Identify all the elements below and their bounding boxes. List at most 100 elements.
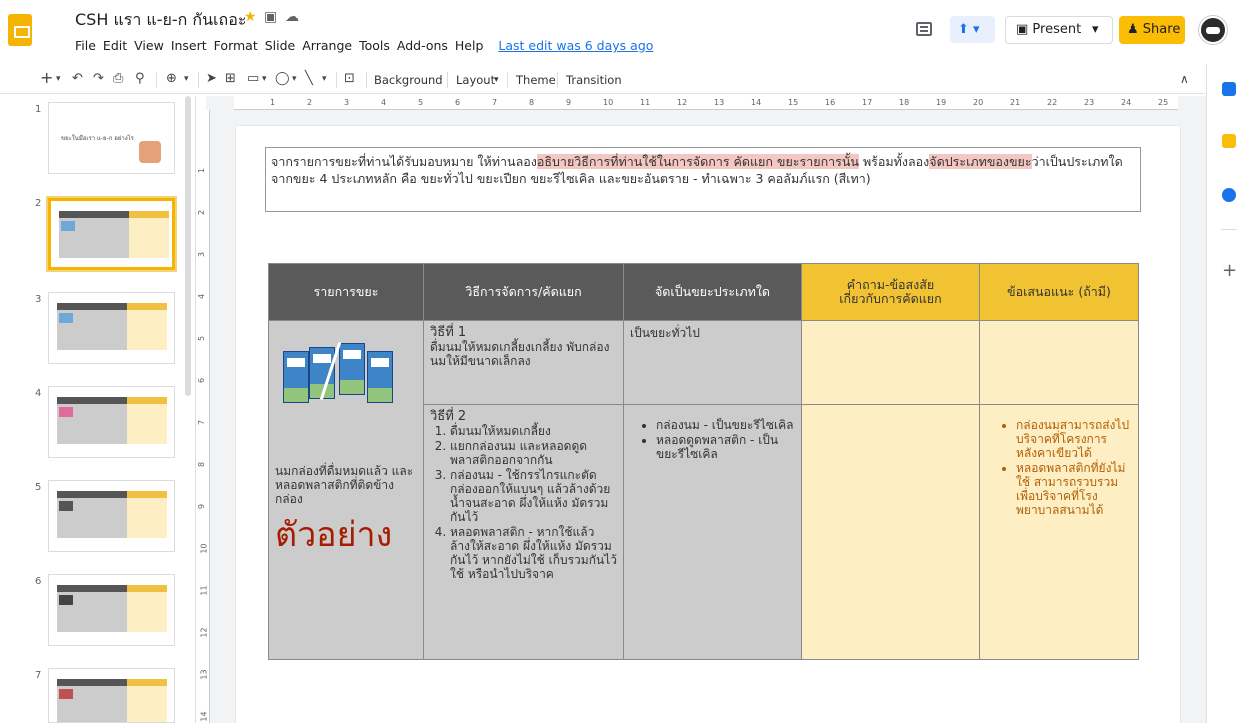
shape-dropdown-icon[interactable]: ▾ <box>292 74 297 84</box>
menu-slide[interactable]: Slide <box>265 38 296 53</box>
slide-thumbnail-3[interactable] <box>48 292 175 364</box>
new-slide-dropdown-icon[interactable]: ▾ <box>56 74 61 84</box>
thumbnail-table <box>57 397 167 404</box>
carton-shape <box>367 351 393 403</box>
keep-icon[interactable] <box>1222 134 1236 148</box>
table-cell[interactable] <box>801 320 980 405</box>
text-box-icon[interactable]: ⊞ <box>225 71 236 86</box>
theme-button[interactable]: Theme <box>516 73 556 87</box>
column-header: คำถาม-ข้อสงสัย เกี่ยวกับการคัดแยก <box>801 263 980 321</box>
layout-dropdown-icon[interactable]: ▾ <box>494 75 499 85</box>
upload-button[interactable]: ⬆ ▾ <box>950 16 995 43</box>
column-header: วิธีการจัดการ/คัดแยก <box>423 263 624 321</box>
list-item: แยกกล่องนม และหลอดดูดพลาสติกออกจากกัน <box>450 439 617 467</box>
ruler-track <box>234 96 1178 110</box>
add-addon-icon[interactable]: + <box>1222 260 1237 281</box>
list-item: หลอดพลาสติกที่ยังไม่ใช้ สามารถรวบรวมเพื่… <box>1016 461 1132 517</box>
ruler-tick-label: 22 <box>1047 98 1058 107</box>
thumbnail-table <box>57 686 167 722</box>
comment-add-icon[interactable]: ⊡ <box>344 71 355 86</box>
slide-thumbnail-4[interactable] <box>48 386 175 458</box>
menu-tools[interactable]: Tools <box>359 38 390 53</box>
ruler-tick-label: 23 <box>1084 98 1095 107</box>
table-cell[interactable]: วิธีที่ 1 ดื่มนมให้หมดเกลี้ยงเกลี้ยง พับ… <box>423 320 624 405</box>
instruction-textbox[interactable]: จากรายการขยะที่ท่านได้รับมอบหมาย ให้ท่าน… <box>265 147 1141 212</box>
filmstrip-scrollbar[interactable] <box>185 96 191 396</box>
table-cell[interactable]: กล่องนมสามารถส่งไปบริจาคที่โครงการหลังคา… <box>979 404 1139 660</box>
header: CSH แรา แ-ย-ก กันเถอะ ★ ▣ ☁ File Edit View… <box>0 0 1250 64</box>
avatar[interactable] <box>1199 16 1227 44</box>
present-button[interactable]: ▣ Present ▾ <box>1005 16 1113 44</box>
paint-format-icon[interactable]: ⚲ <box>135 71 145 86</box>
table-cell[interactable] <box>979 320 1139 405</box>
example-label: ตัวอย่าง <box>275 515 393 555</box>
ruler-tick-label: 1 <box>270 98 276 107</box>
vertical-ruler: 1 2 3 4 5 6 7 8 9 10 11 12 13 14 <box>196 110 210 723</box>
filmstrip: 1 ขยะในมือเรา แ-ย-ก อย่างไร 2 3 4 5 6 7 <box>0 96 196 723</box>
zoom-dropdown-icon[interactable]: ▾ <box>184 74 189 84</box>
zoom-icon[interactable]: ⊕ <box>166 71 177 86</box>
slide-thumbnail-6[interactable] <box>48 574 175 646</box>
thumbnail-image <box>59 407 73 417</box>
slides-app: CSH แรา แ-ย-ก กันเถอะ ★ ▣ ☁ File Edit View… <box>0 0 1250 723</box>
thumbnail-table <box>57 592 167 632</box>
slide-thumbnail-2[interactable] <box>48 198 175 270</box>
new-slide-icon[interactable]: + <box>40 68 53 87</box>
line-icon[interactable]: ╲ <box>305 71 313 86</box>
table-cell[interactable]: วิธีที่ 2 ดื่มนมให้หมดเกลี้ยง แยกกล่องนม… <box>423 404 624 660</box>
menu-edit[interactable]: Edit <box>103 38 127 53</box>
calendar-icon[interactable] <box>1222 82 1236 96</box>
ruler-tick-label: 8 <box>529 98 535 107</box>
ruler-tick-label: 13 <box>199 669 209 680</box>
instruction-text: จากรายการขยะที่ท่านได้รับมอบหมาย ให้ท่าน… <box>271 154 537 169</box>
instruction-highlight: จัดประเภทของขยะ <box>929 154 1032 169</box>
menu-file[interactable]: File <box>75 38 96 53</box>
transition-button[interactable]: Transition <box>566 73 622 87</box>
table-cell[interactable]: เป็นขยะทั่วไป <box>623 320 802 405</box>
slides-logo-icon[interactable] <box>8 14 32 46</box>
layout-button[interactable]: Layout <box>456 73 495 87</box>
ruler-tick-label: 12 <box>677 98 688 107</box>
move-folder-icon[interactable]: ▣ <box>264 9 277 25</box>
document-title[interactable]: CSH แรา แ-ย-ก กันเถอะ <box>75 8 246 33</box>
menu-insert[interactable]: Insert <box>171 38 207 53</box>
thumbnail-table <box>57 303 167 310</box>
slide-thumbnail-5[interactable] <box>48 480 175 552</box>
present-icon: ▣ <box>1016 22 1033 37</box>
star-icon[interactable]: ★ <box>244 9 257 25</box>
cloud-status-icon[interactable]: ☁ <box>285 9 299 25</box>
present-dropdown-icon[interactable]: ▾ <box>1092 17 1099 43</box>
undo-icon[interactable]: ↶ <box>72 71 83 86</box>
divider <box>557 72 558 88</box>
slide[interactable]: จากรายการขยะที่ท่านได้รับมอบหมาย ให้ท่าน… <box>236 126 1180 723</box>
menu-format[interactable]: Format <box>214 38 258 53</box>
line-dropdown-icon[interactable]: ▾ <box>322 74 327 84</box>
share-button[interactable]: ♟ Share <box>1119 16 1185 44</box>
thumbnail-table <box>59 218 169 258</box>
waste-table[interactable]: รายการขยะ วิธีการจัดการ/คัดแยก จัดเป็นขย… <box>268 263 1139 660</box>
table-cell[interactable] <box>801 404 980 660</box>
background-button[interactable]: Background <box>374 73 443 87</box>
image-dropdown-icon[interactable]: ▾ <box>262 74 267 84</box>
table-cell[interactable]: กล่องนม - เป็นขยะรีไซเคิล หลอดดูดพลาสติก… <box>623 404 802 660</box>
redo-icon[interactable]: ↷ <box>93 71 104 86</box>
last-edit-link[interactable]: Last edit was 6 days ago <box>498 38 653 53</box>
ruler-tick-label: 19 <box>936 98 947 107</box>
menu-help[interactable]: Help <box>455 38 484 53</box>
menu-addons[interactable]: Add-ons <box>397 38 448 53</box>
print-icon[interactable]: ⎙ <box>113 71 123 86</box>
select-cursor-icon[interactable]: ➤ <box>206 71 217 86</box>
menu-arrange[interactable]: Arrange <box>302 38 352 53</box>
toolbar: + ▾ ↶ ↷ ⎙ ⚲ ⊕ ▾ ➤ ⊞ ▭ ▾ ◯ ▾ ╲ ▾ ⊡ Backgr… <box>0 66 1205 94</box>
upload-icon: ⬆ ▾ <box>958 22 980 37</box>
table-cell[interactable]: นมกล่องที่ดื่มหมดแล้ว และหลอดพลาสติกที่ต… <box>268 320 424 660</box>
slide-thumbnail-7[interactable] <box>48 668 175 723</box>
collapse-toolbar-icon[interactable]: ∧ <box>1180 72 1189 86</box>
ruler-tick-label: 13 <box>714 98 725 107</box>
shape-icon[interactable]: ◯ <box>275 71 290 86</box>
comments-icon[interactable] <box>916 22 932 36</box>
slide-thumbnail-1[interactable]: ขยะในมือเรา แ-ย-ก อย่างไร <box>48 102 175 174</box>
image-icon[interactable]: ▭ <box>247 71 259 86</box>
menu-view[interactable]: View <box>134 38 164 53</box>
tasks-icon[interactable] <box>1222 188 1236 202</box>
